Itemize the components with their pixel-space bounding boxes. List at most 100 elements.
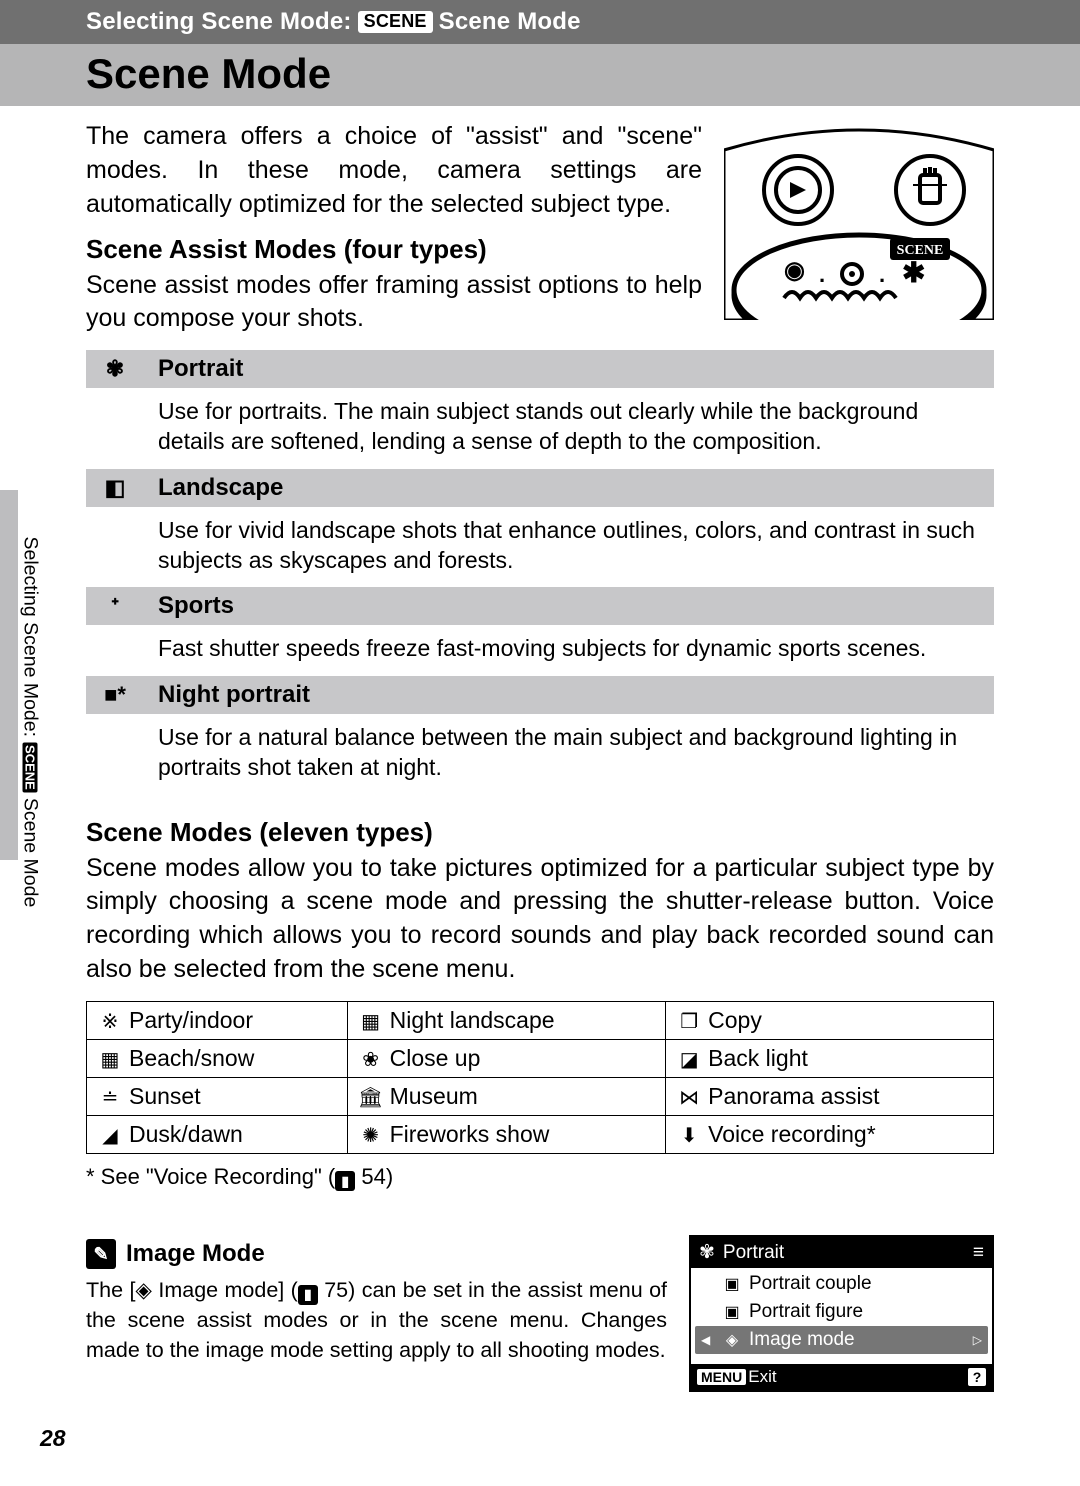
assist-row-night-portrait: ■* Night portrait Use for a natural bala… <box>86 676 994 795</box>
scene-modes-heading: Scene Modes (eleven types) <box>86 817 994 848</box>
menu-title: Portrait <box>723 1242 784 1264</box>
header-suffix: Scene Mode <box>439 8 581 36</box>
side-prefix: Selecting Scene Mode: <box>19 537 42 738</box>
page-ref-icon: ▮ <box>298 1285 318 1305</box>
table-cell: ⋈Panorama assist <box>666 1077 994 1115</box>
table-cell: ⬇Voice recording* <box>666 1115 994 1153</box>
cell-label: Voice recording* <box>708 1121 876 1147</box>
note-text: The [◈ Image mode] (▮ 75) can be set in … <box>86 1275 667 1365</box>
close-up-icon: ❀ <box>358 1047 384 1072</box>
footnote-suffix: ) <box>386 1164 393 1189</box>
assist-label: Portrait <box>158 355 243 383</box>
note-title: Image Mode <box>126 1240 265 1268</box>
cell-label: Close up <box>390 1045 481 1071</box>
table-cell: ◢Dusk/dawn <box>87 1115 348 1153</box>
side-suffix: Scene Mode <box>19 798 42 908</box>
copy-icon: ❐ <box>676 1009 702 1034</box>
image-mode-inline-icon: ◈ <box>135 1278 152 1302</box>
camera-menu-illustration: ✾ Portrait ≡ ▣ Portrait couple ▣ Portrai… <box>689 1235 994 1392</box>
portrait-menu-icon: ✾ <box>699 1241 715 1264</box>
panorama-assist-icon: ⋈ <box>676 1085 702 1110</box>
note-info-icon: ✎ <box>86 1239 116 1269</box>
assist-heading: Scene Assist Modes (four types) <box>86 234 702 265</box>
page-title: Scene Mode <box>86 50 1070 98</box>
portrait-icon: ✾ <box>94 356 136 382</box>
cell-label: Party/indoor <box>129 1007 253 1033</box>
table-cell: ◪Back light <box>666 1039 994 1077</box>
side-tab: Selecting Scene Mode: SCENE Scene Mode <box>0 490 60 860</box>
footnote-prefix: * See "Voice Recording" ( <box>86 1164 335 1189</box>
voice-recording-icon: ⬇ <box>676 1123 702 1148</box>
svg-text:◉: ◉ <box>784 257 805 284</box>
side-tab-text: Selecting Scene Mode: SCENE Scene Mode <box>19 537 42 908</box>
menu-exit-label: Exit <box>748 1367 776 1386</box>
landscape-icon: ◧ <box>94 475 136 501</box>
table-cell: 🏛Museum <box>347 1077 666 1115</box>
menu-item-label: Portrait couple <box>749 1273 872 1295</box>
assist-intro: Scene assist modes offer framing assist … <box>86 269 702 337</box>
menu-item-label: Image mode <box>749 1329 855 1351</box>
assist-table: ✾ Portrait Use for portraits. The main s… <box>86 350 994 795</box>
cell-label: Sunset <box>129 1083 201 1109</box>
table-cell: ※Party/indoor <box>87 1001 348 1039</box>
header-prefix: Selecting Scene Mode: <box>86 8 352 36</box>
assist-row-portrait: ✾ Portrait Use for portraits. The main s… <box>86 350 994 469</box>
svg-text:✱: ✱ <box>902 257 925 288</box>
cell-label: Back light <box>708 1045 808 1071</box>
page-number: 28 <box>40 1425 66 1452</box>
side-badge: SCENE <box>23 742 38 793</box>
menu-options-icon: ≡ <box>973 1242 984 1264</box>
fireworks-show-icon: ✺ <box>358 1123 384 1148</box>
sunset-icon: ≐ <box>97 1085 123 1110</box>
table-cell: ▦Night landscape <box>347 1001 666 1039</box>
content-area: The camera offers a choice of "assist" a… <box>0 106 1080 1392</box>
night-portrait-icon: ■* <box>94 682 136 708</box>
cell-label: Night landscape <box>390 1007 555 1033</box>
note-text-b: Image mode] ( <box>152 1278 298 1302</box>
back-light-icon: ◪ <box>676 1047 702 1072</box>
cell-label: Copy <box>708 1007 762 1033</box>
menu-item-portrait-couple: ▣ Portrait couple <box>695 1270 988 1298</box>
table-cell: ≐Sunset <box>87 1077 348 1115</box>
menu-item-image-mode: ◈ Image mode <box>695 1326 988 1354</box>
table-cell: ❀Close up <box>347 1039 666 1077</box>
assist-description: Use for a natural balance between the ma… <box>86 714 994 795</box>
cell-label: Dusk/dawn <box>129 1121 243 1147</box>
menu-item-icon: ◈ <box>723 1330 741 1350</box>
assist-label: Sports <box>158 592 234 620</box>
footnote-page: 54 <box>361 1164 385 1189</box>
cell-label: Beach/snow <box>129 1045 254 1071</box>
beach-snow-icon: ▦ <box>97 1047 123 1072</box>
intro-paragraph: The camera offers a choice of "assist" a… <box>86 120 702 221</box>
cell-label: Museum <box>390 1083 478 1109</box>
menu-item-icon: ▣ <box>723 1274 741 1294</box>
assist-description: Fast shutter speeds freeze fast-moving s… <box>86 625 994 675</box>
header-bar: Selecting Scene Mode: SCENE Scene Mode <box>0 0 1080 44</box>
menu-button-label: MENU <box>697 1369 746 1385</box>
scene-footnote: * See "Voice Recording" (▮ 54) <box>86 1164 994 1192</box>
assist-description: Use for vivid landscape shots that enhan… <box>86 507 994 588</box>
party-indoor-icon: ※ <box>97 1009 123 1034</box>
help-icon: ? <box>968 1368 986 1386</box>
assist-row-sports: ᐩ Sports Fast shutter speeds freeze fast… <box>86 587 994 675</box>
note-text-a: The [ <box>86 1278 135 1302</box>
svg-text:.: . <box>819 262 825 287</box>
museum-icon: 🏛 <box>358 1085 384 1110</box>
scene-modes-table: ※Party/indoor ▦Night landscape ❐Copy ▦Be… <box>86 1001 994 1154</box>
assist-label: Landscape <box>158 474 283 502</box>
scene-modes-intro: Scene modes allow you to take pictures o… <box>86 852 994 987</box>
scene-badge-icon: SCENE <box>358 11 433 33</box>
side-stripe <box>0 490 18 860</box>
sports-icon: ᐩ <box>94 593 136 619</box>
menu-item-portrait-figure: ▣ Portrait figure <box>695 1298 988 1326</box>
table-cell: ✺Fireworks show <box>347 1115 666 1153</box>
table-cell: ▦Beach/snow <box>87 1039 348 1077</box>
assist-row-landscape: ◧ Landscape Use for vivid landscape shot… <box>86 469 994 588</box>
assist-label: Night portrait <box>158 681 310 709</box>
svg-text:.: . <box>879 262 885 287</box>
menu-item-label: Portrait figure <box>749 1301 863 1323</box>
cell-label: Panorama assist <box>708 1083 879 1109</box>
table-cell: ❐Copy <box>666 1001 994 1039</box>
assist-description: Use for portraits. The main subject stan… <box>86 388 994 469</box>
night-landscape-icon: ▦ <box>358 1009 384 1034</box>
